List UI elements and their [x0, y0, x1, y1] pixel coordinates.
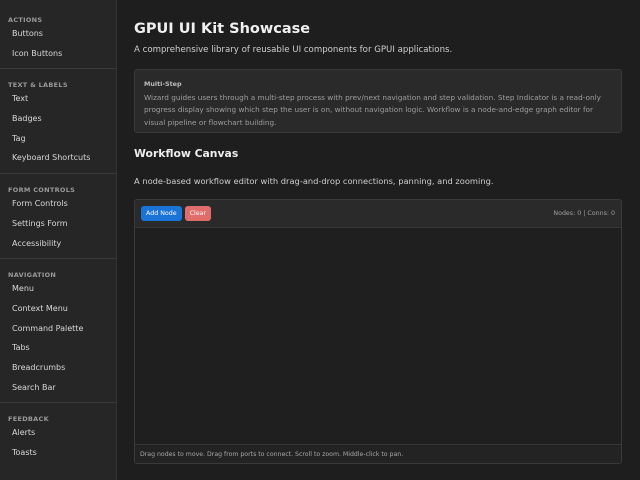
sidebar-item-breadcrumbs[interactable]: Breadcrumbs: [0, 358, 116, 378]
sidebar-item-settings-form[interactable]: Settings Form: [0, 214, 116, 234]
divider: [0, 402, 116, 404]
sidebar-item-buttons[interactable]: Buttons: [0, 24, 116, 44]
sidebar-item-command-palette[interactable]: Command Palette: [0, 319, 116, 339]
sidebar-section-title: FEEDBACK: [8, 415, 49, 424]
info-box-text: Wizard guides users through a multi-step…: [144, 93, 601, 127]
divider: [0, 258, 116, 260]
sidebar-item-search-bar[interactable]: Search Bar: [0, 378, 116, 398]
sidebar-section-text-labels: TEXT & LABELS Text Badges Tag Keyboard S…: [0, 73, 116, 168]
canvas-stats: Nodes: 0 | Conns: 0: [553, 210, 615, 217]
divider: [0, 173, 116, 175]
page-title: GPUI UI Kit Showcase: [134, 21, 311, 37]
sidebar-section-form-controls: FORM CONTROLS Form Controls Settings For…: [0, 178, 116, 253]
page-subtitle: A comprehensive library of reusable UI c…: [134, 45, 453, 55]
divider: [0, 68, 116, 70]
sidebar-section-title: TEXT & LABELS: [8, 81, 68, 90]
sidebar-section-actions: ACTIONS Buttons Icon Buttons: [0, 8, 116, 63]
sidebar-section-title: NAVIGATION: [8, 271, 57, 280]
sidebar-section-feedback: FEEDBACK Alerts Toasts: [0, 407, 116, 462]
workflow-canvas[interactable]: [135, 228, 621, 444]
sidebar-item-accessibility[interactable]: Accessibility: [0, 234, 116, 254]
sidebar-section-title: ACTIONS: [8, 16, 43, 24]
sidebar-item-keyboard-shortcuts[interactable]: Keyboard Shortcuts: [0, 148, 116, 168]
workflow-canvas-panel: Add Node Clear Nodes: 0 | Conns: 0 Drag …: [134, 199, 622, 464]
info-box-title: Multi-Step: [144, 80, 182, 88]
info-box: Multi-Step Wizard guides users through a…: [134, 69, 622, 133]
sidebar-item-tag[interactable]: Tag: [0, 129, 116, 149]
sidebar-item-badges[interactable]: Badges: [0, 109, 116, 129]
clear-button[interactable]: Clear: [184, 206, 212, 221]
main-content: GPUI UI Kit Showcase A comprehensive lib…: [117, 0, 640, 480]
canvas-toolbar: Add Node Clear Nodes: 0 | Conns: 0: [135, 200, 621, 228]
sidebar-item-icon-buttons[interactable]: Icon Buttons: [0, 44, 116, 64]
sidebar: ACTIONS Buttons Icon Buttons TEXT & LABE…: [0, 0, 117, 480]
section-description: A node-based workflow editor with drag-a…: [134, 176, 494, 186]
sidebar-item-alerts[interactable]: Alerts: [0, 423, 116, 443]
section-title: Workflow Canvas: [134, 147, 239, 160]
add-node-button[interactable]: Add Node: [141, 206, 182, 221]
sidebar-item-menu[interactable]: Menu: [0, 279, 116, 299]
sidebar-section-title: FORM CONTROLS: [8, 186, 76, 195]
sidebar-section-navigation: NAVIGATION Menu Context Menu Command Pal…: [0, 263, 116, 397]
sidebar-item-form-controls[interactable]: Form Controls: [0, 194, 116, 214]
sidebar-item-toasts[interactable]: Toasts: [0, 443, 116, 463]
sidebar-item-text[interactable]: Text: [0, 89, 116, 109]
sidebar-item-tabs[interactable]: Tabs: [0, 338, 116, 358]
sidebar-item-context-menu[interactable]: Context Menu: [0, 299, 116, 319]
canvas-help-text: Drag nodes to move. Drag from ports to c…: [135, 444, 621, 463]
